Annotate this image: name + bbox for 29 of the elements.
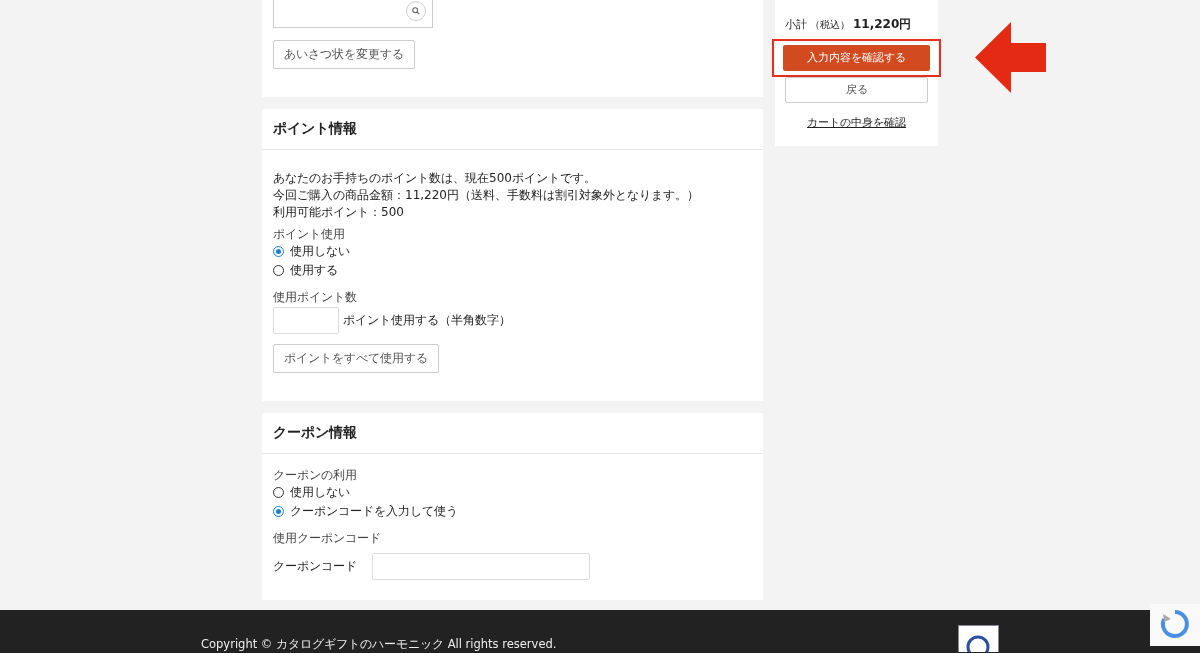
- copyright-text: Copyright © カタログギフトのハーモニック All rights reserved.: [201, 637, 557, 652]
- field-label: 使用ポイント数: [273, 290, 358, 305]
- confirm-button[interactable]: 入力内容を確認する: [783, 45, 930, 71]
- input-suffix: ポイント使用する（半角数字）: [343, 312, 511, 329]
- radio-label[interactable]: 使用する: [290, 262, 338, 279]
- info-text: 利用可能ポイント：500: [273, 204, 405, 221]
- info-text: 今回ご購入の商品金額：11,220円（送料、手数料は割引対象外となります。）: [273, 187, 700, 204]
- subtotal-label: 小計: [785, 18, 807, 32]
- field-label: 使用クーポンコード: [273, 531, 382, 546]
- field-label: クーポンの利用: [273, 468, 358, 483]
- cart-link[interactable]: カートの中身を確認: [785, 115, 928, 130]
- subtotal-amount: 11,220円: [853, 16, 912, 33]
- back-button[interactable]: 戻る: [785, 77, 928, 103]
- use-all-points-button[interactable]: ポイントをすべて使用する: [273, 344, 439, 373]
- radio-label[interactable]: クーポンコードを入力して使う: [290, 503, 458, 520]
- field-label: ポイント使用: [273, 227, 346, 242]
- privacy-mark-icon: [958, 625, 999, 652]
- radio-label[interactable]: 使用しない: [290, 484, 350, 501]
- section-title: ポイント情報: [262, 109, 763, 150]
- section-title: クーポン情報: [262, 413, 763, 454]
- points-input[interactable]: [273, 307, 339, 334]
- coupon-code-input[interactable]: [372, 553, 590, 580]
- info-text: あなたのお手持ちのポイント数は、現在500ポイントです。: [273, 170, 597, 187]
- field-label: クーポンコード: [273, 558, 357, 575]
- recaptcha-icon[interactable]: [1150, 604, 1200, 646]
- radio-label[interactable]: 使用しない: [290, 243, 350, 260]
- left-arrow-icon: [975, 22, 1046, 93]
- change-greeting-button[interactable]: あいさつ状を変更する: [273, 40, 415, 69]
- tax-note: （税込）: [810, 18, 850, 32]
